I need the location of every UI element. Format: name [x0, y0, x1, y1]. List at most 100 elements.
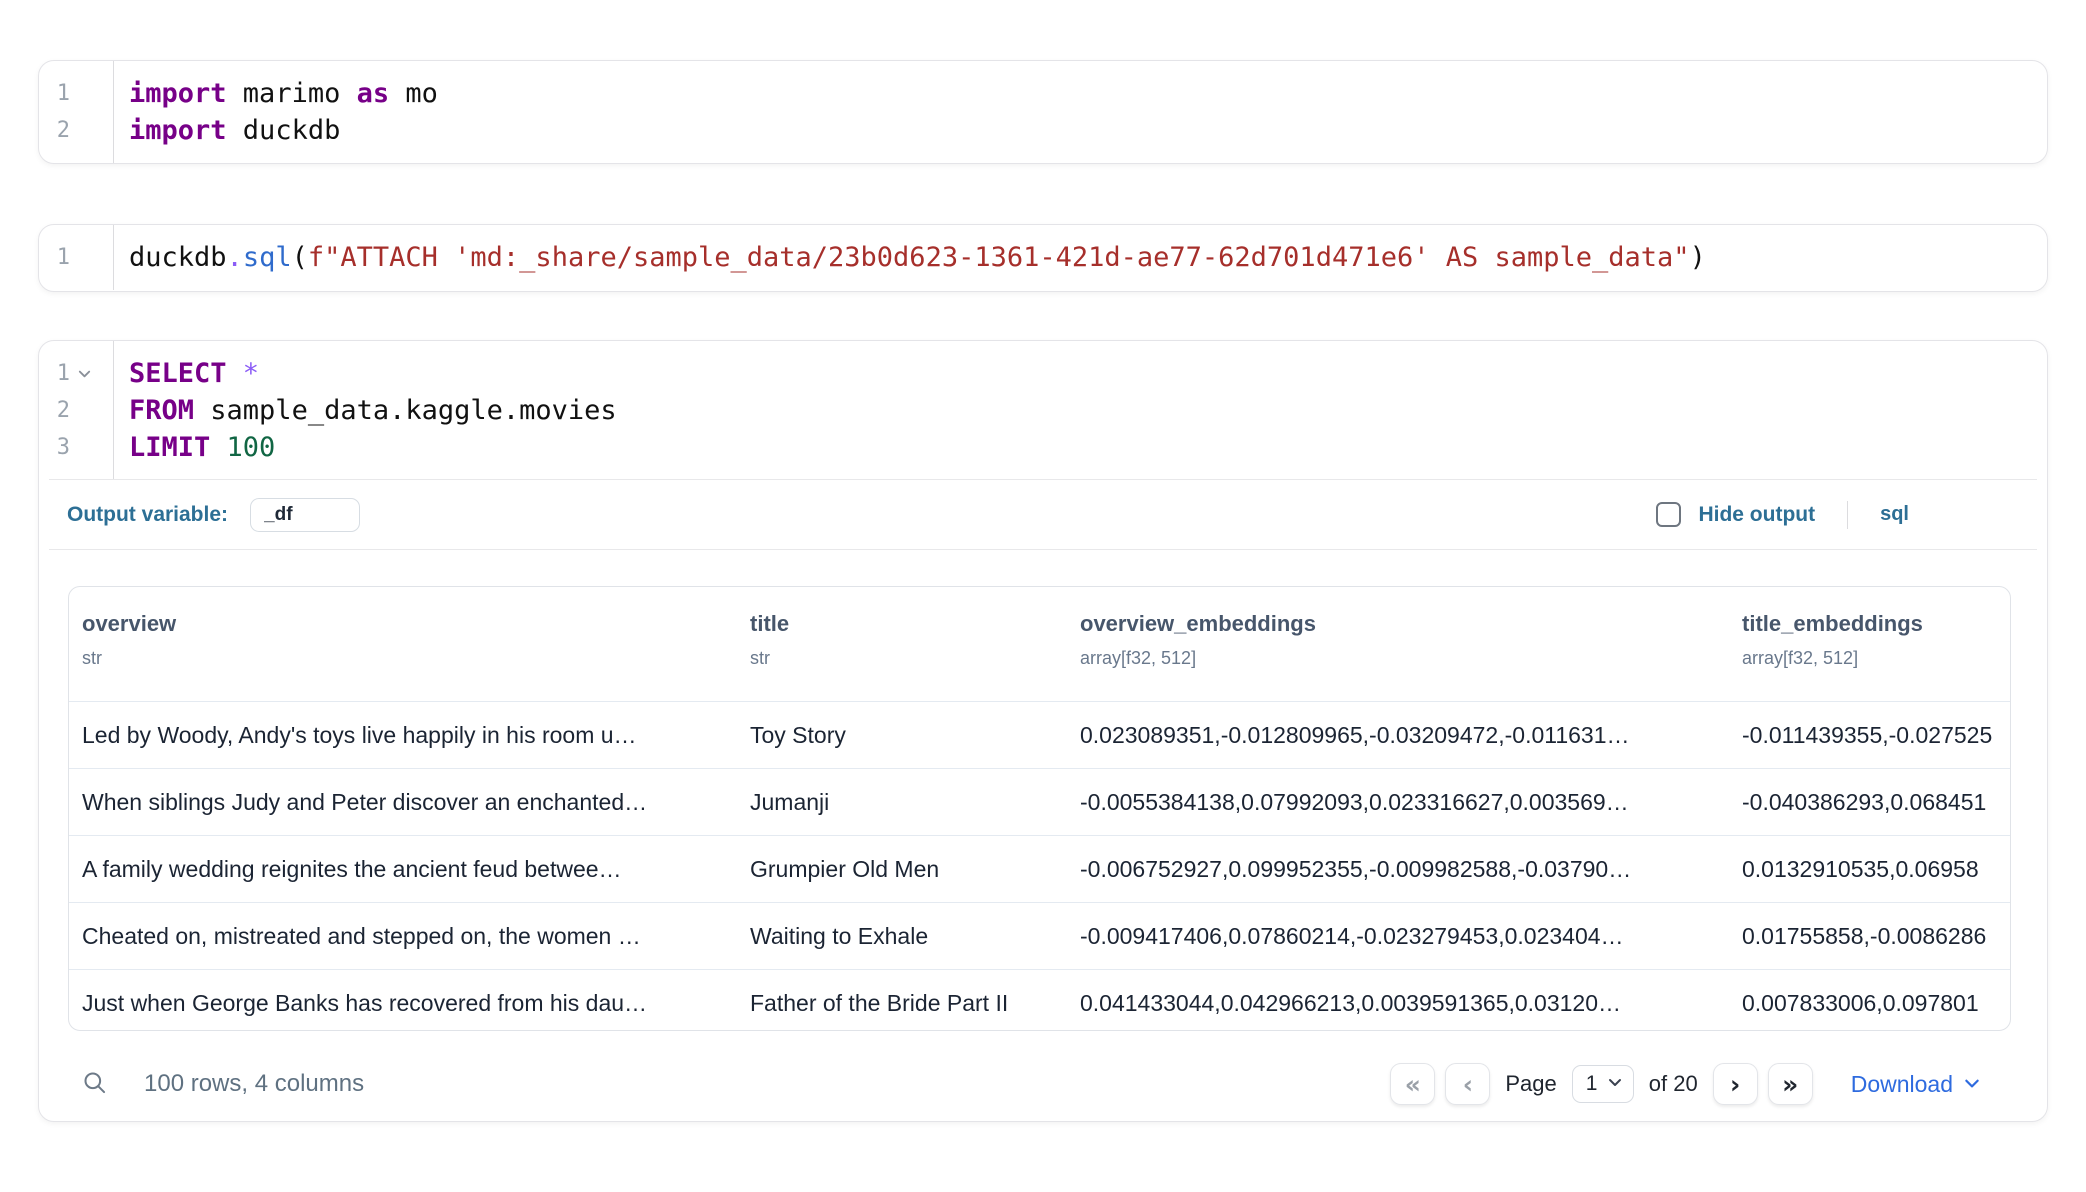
- line-number: 1: [39, 81, 70, 106]
- cell-overview: Cheated on, mistreated and stepped on, t…: [69, 903, 737, 969]
- code-content[interactable]: import marimo as moimport duckdb: [114, 61, 2047, 163]
- line-number: 3: [39, 435, 70, 460]
- table-row[interactable]: When siblings Judy and Peter discover an…: [69, 768, 2010, 835]
- cell-overview-embeddings: -0.0055384138,0.07992093,0.023316627,0.0…: [1067, 769, 1729, 835]
- table-row[interactable]: A family wedding reignites the ancient f…: [69, 835, 2010, 902]
- code-line[interactable]: duckdb.sql(f"ATTACH 'md:_share/sample_da…: [129, 239, 2047, 276]
- fold-chevron-icon[interactable]: [70, 366, 114, 381]
- language-badge[interactable]: sql: [1880, 503, 1909, 526]
- cell-title: Jumanji: [737, 769, 1067, 835]
- cell-overview-embeddings: 0.041433044,0.042966213,0.0039591365,0.0…: [1067, 970, 1729, 1031]
- hide-output-checkbox[interactable]: [1656, 502, 1681, 527]
- cell-overview: A family wedding reignites the ancient f…: [69, 836, 737, 902]
- first-page-button[interactable]: «: [1390, 1063, 1435, 1105]
- code-token: sample_data.kaggle.movies: [194, 395, 617, 426]
- column-type: array[f32, 512]: [1742, 648, 2002, 669]
- previous-page-button[interactable]: ‹: [1445, 1063, 1490, 1105]
- line-number: 2: [39, 118, 70, 143]
- divider: [1847, 501, 1848, 529]
- code-token: import: [129, 78, 227, 109]
- table-row[interactable]: Just when George Banks has recovered fro…: [69, 969, 2010, 1031]
- code-token: sql: [243, 242, 292, 273]
- sql-cell-toolbar: Output variable: Hide output sql: [39, 480, 2047, 549]
- column-header-title[interactable]: titlestr: [737, 587, 1067, 701]
- code-token: import: [129, 115, 227, 146]
- column-type: array[f32, 512]: [1080, 648, 1719, 669]
- code-content[interactable]: SELECT *FROM sample_data.kaggle.moviesLI…: [114, 341, 2047, 479]
- page-label: Page: [1505, 1071, 1556, 1097]
- search-icon: [81, 1069, 108, 1099]
- table-footer: 100 rows, 4 columns « ‹ Page 1 of 20 › »: [68, 1041, 1981, 1127]
- cell-overview: Just when George Banks has recovered fro…: [69, 970, 737, 1031]
- line-number: 1: [39, 245, 70, 270]
- code-token: marimo: [227, 78, 357, 109]
- column-name: title_embeddings: [1742, 611, 2002, 637]
- column-header-title_embeddings[interactable]: title_embeddings array[f32, 512]: [1729, 587, 2011, 701]
- line-number-gutter: 123: [39, 341, 114, 479]
- column-name: overview: [82, 611, 727, 637]
- cell-overview-embeddings: 0.023089351,-0.012809965,-0.03209472,-0.…: [1067, 702, 1729, 768]
- code-token: (: [292, 242, 308, 273]
- code-editor[interactable]: 1 duckdb.sql(f"ATTACH 'md:_share/sample_…: [39, 225, 2047, 290]
- table-row[interactable]: Cheated on, mistreated and stepped on, t…: [69, 902, 2010, 969]
- chevron-right-icon: ›: [1730, 1070, 1740, 1099]
- column-name: overview_embeddings: [1080, 611, 1719, 637]
- divider: [49, 549, 2037, 550]
- code-cell-sql-query: 123 SELECT *FROM sample_data.kaggle.movi…: [38, 340, 2048, 1122]
- page-select[interactable]: 1: [1572, 1065, 1634, 1103]
- code-content[interactable]: duckdb.sql(f"ATTACH 'md:_share/sample_da…: [114, 225, 2047, 290]
- download-label: Download: [1851, 1071, 1953, 1098]
- column-type: str: [82, 648, 727, 669]
- code-editor[interactable]: 123 SELECT *FROM sample_data.kaggle.movi…: [39, 341, 2047, 479]
- output-variable-label: Output variable:: [67, 503, 228, 527]
- cell-title-embeddings: 0.01755858,-0.0086286: [1729, 903, 2011, 969]
- cell-title-embeddings: 0.007833006,0.097801: [1729, 970, 2011, 1031]
- code-token: *: [227, 358, 260, 389]
- cell-title-embeddings: -0.040386293,0.068451: [1729, 769, 2011, 835]
- code-token: duckdb: [129, 242, 227, 273]
- search-button[interactable]: [81, 1069, 108, 1099]
- code-token: as: [357, 78, 390, 109]
- code-line[interactable]: import marimo as mo: [129, 75, 2047, 112]
- code-token: f"ATTACH 'md:_share/sample_data/23b0d623…: [308, 242, 1690, 273]
- code-token: FROM: [129, 395, 194, 426]
- column-type: str: [750, 648, 1057, 669]
- row-count-summary: 100 rows, 4 columns: [144, 1070, 364, 1098]
- chevrons-left-icon: «: [1405, 1070, 1421, 1099]
- output-variable-input[interactable]: [250, 498, 360, 532]
- cell-overview: When siblings Judy and Peter discover an…: [69, 769, 737, 835]
- line-number: 2: [39, 398, 70, 423]
- cell-title-embeddings: 0.0132910535,0.06958: [1729, 836, 2011, 902]
- cell-title: Father of the Bride Part II: [737, 970, 1067, 1031]
- cell-overview: Led by Woody, Andy's toys live happily i…: [69, 702, 737, 768]
- line-number-gutter: 12: [39, 61, 114, 163]
- cell-title: Grumpier Old Men: [737, 836, 1067, 902]
- code-line[interactable]: FROM sample_data.kaggle.movies: [129, 392, 2047, 429]
- code-line[interactable]: SELECT *: [129, 355, 2047, 392]
- table-header-row: overviewstrtitlestroverview_embeddingsar…: [69, 587, 2010, 701]
- last-page-button[interactable]: »: [1768, 1063, 1813, 1105]
- line-number-gutter: 1: [39, 225, 114, 290]
- code-line[interactable]: import duckdb: [129, 112, 2047, 149]
- next-page-button[interactable]: ›: [1713, 1063, 1758, 1105]
- page-select-value: 1: [1586, 1072, 1598, 1096]
- chevrons-right-icon: »: [1782, 1070, 1798, 1099]
- code-cell-imports: 12 import marimo as moimport duckdb: [38, 60, 2048, 164]
- code-token: .: [227, 242, 243, 273]
- download-button[interactable]: Download: [1851, 1071, 1981, 1098]
- chevron-down-icon: [1607, 1072, 1623, 1096]
- hide-output-label: Hide output: [1698, 503, 1815, 527]
- cell-title: Toy Story: [737, 702, 1067, 768]
- code-token: mo: [389, 78, 438, 109]
- cell-title-embeddings: -0.011439355,-0.027525: [1729, 702, 2011, 768]
- code-line[interactable]: LIMIT 100: [129, 429, 2047, 466]
- code-token: 100: [210, 432, 275, 463]
- cell-overview-embeddings: -0.009417406,0.07860214,-0.023279453,0.0…: [1067, 903, 1729, 969]
- chevron-down-icon: [1953, 1071, 1981, 1098]
- table-row[interactable]: Led by Woody, Andy's toys live happily i…: [69, 701, 2010, 768]
- pagination: « ‹ Page 1 of 20 › » Download: [1390, 1063, 1981, 1105]
- code-token: ): [1690, 242, 1706, 273]
- column-header-overview[interactable]: overview str: [69, 587, 737, 701]
- column-header-overview_embeddings[interactable]: overview_embeddings array[f32, 512]: [1067, 587, 1729, 701]
- code-editor[interactable]: 12 import marimo as moimport duckdb: [39, 61, 2047, 163]
